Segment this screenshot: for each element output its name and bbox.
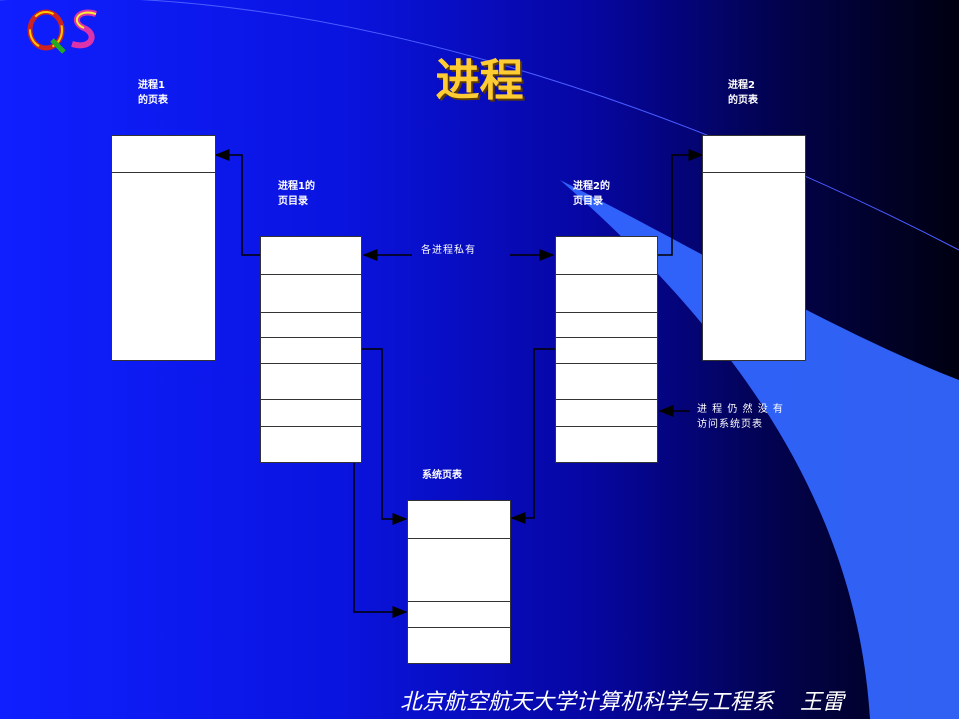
- arrow-dir2-to-system: [510, 348, 558, 524]
- table-row: [261, 312, 361, 313]
- p1-page-dir-label: 进程1的 页目录: [278, 179, 315, 209]
- table-row: [556, 399, 657, 400]
- system-page-table-label: 系统页表: [422, 470, 462, 481]
- p2-page-dir-label-line1: 进程2的: [573, 181, 610, 192]
- p1-page-directory: [260, 236, 362, 463]
- arrow-dir1-to-system-a: [355, 348, 408, 525]
- p2-page-table-label-line2: 的页表: [728, 95, 758, 106]
- system-page-table: [407, 500, 511, 664]
- table-row: [261, 426, 361, 427]
- p2-page-directory: [555, 236, 658, 463]
- footer-org: 北京航空航天大学计算机科学与工程系: [400, 690, 775, 715]
- p1-page-table-label: 进程1 的页表: [138, 78, 168, 108]
- access-note-line1: 进 程 仍 然 没 有: [697, 404, 784, 415]
- table-row: [556, 312, 657, 313]
- p2-page-dir-label: 进程2的 页目录: [573, 179, 610, 209]
- footer-author: 王雷: [800, 690, 845, 715]
- p1-page-dir-label-line1: 进程1的: [278, 181, 315, 192]
- table-row: [556, 363, 657, 364]
- table-row: [703, 172, 805, 173]
- p1-page-table-label-line1: 进程1: [138, 80, 165, 91]
- table-row: [556, 337, 657, 338]
- p2-page-table: [702, 135, 806, 361]
- table-row: [261, 337, 361, 338]
- table-row: [261, 274, 361, 275]
- slide: 进程 进程1 的页表 进程2 的页表 进程1的 页目录 进程2的 页目录 系统页…: [0, 0, 959, 719]
- table-row: [556, 426, 657, 427]
- p2-page-table-label-line1: 进程2: [728, 80, 755, 91]
- table-row: [408, 538, 510, 539]
- p1-page-dir-label-line2: 页目录: [278, 196, 308, 207]
- table-row: [408, 627, 510, 628]
- table-row: [556, 274, 657, 275]
- p1-page-table: [111, 135, 216, 361]
- table-row: [261, 399, 361, 400]
- access-note: 进 程 仍 然 没 有 访问系统页表: [697, 402, 784, 432]
- access-note-line2: 访问系统页表: [697, 419, 763, 430]
- p2-page-table-label: 进程2 的页表: [728, 78, 758, 108]
- p2-page-dir-label-line2: 页目录: [573, 196, 603, 207]
- p1-page-table-label-line2: 的页表: [138, 95, 168, 106]
- table-row: [112, 172, 215, 173]
- footer: 北京航空航天大学计算机科学与工程系 王雷: [400, 684, 844, 716]
- private-note: 各进程私有: [421, 245, 476, 256]
- table-row: [408, 601, 510, 602]
- table-row: [261, 363, 361, 364]
